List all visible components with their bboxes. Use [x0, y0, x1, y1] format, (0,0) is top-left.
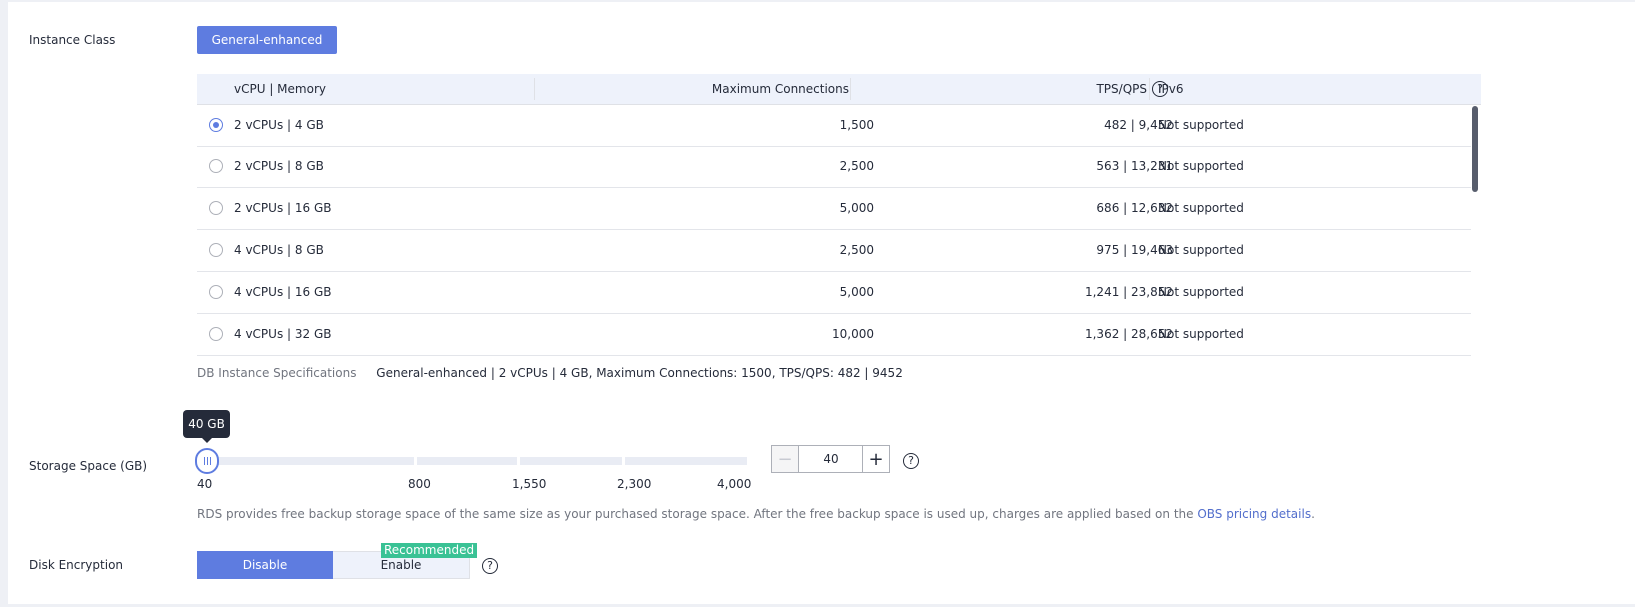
- table-row[interactable]: 2 vCPUs | 8 GB 2,500 563 | 13,231 Not su…: [197, 146, 1471, 188]
- slider-tick: 1,550: [512, 477, 547, 491]
- spec-table: vCPU | Memory Maximum Connections TPS/QP…: [197, 74, 1481, 357]
- slider-tick: 40: [197, 477, 213, 491]
- disable-option[interactable]: Disable: [197, 551, 333, 579]
- obs-pricing-link[interactable]: OBS pricing details: [1197, 507, 1311, 521]
- row-radio[interactable]: [209, 327, 223, 341]
- slider-tooltip: 40 GB: [183, 410, 230, 443]
- backup-note-text: RDS provides free backup storage space o…: [197, 507, 1198, 521]
- instance-class-label: Instance Class: [29, 33, 116, 47]
- storage-slider-handle[interactable]: [195, 448, 219, 474]
- db-spec-label: DB Instance Specifications: [197, 366, 357, 380]
- storage-slider-track[interactable]: [207, 457, 747, 465]
- storage-space-label: Storage Space (GB): [29, 459, 148, 473]
- row-max-connections: 2,500: [839, 159, 874, 173]
- col-tps-qps: TPS/QPS: [1096, 82, 1147, 96]
- row-radio[interactable]: [209, 118, 223, 132]
- col-ipv6: IPv6: [1158, 82, 1184, 96]
- slider-segment: [625, 457, 747, 465]
- row-ipv6: Not supported: [1158, 159, 1244, 173]
- storage-input[interactable]: [799, 446, 863, 472]
- storage-stepper: − +: [771, 445, 890, 473]
- row-vcpu-memory: 2 vCPUs | 16 GB: [234, 201, 332, 215]
- row-ipv6: Not supported: [1158, 327, 1244, 341]
- table-row[interactable]: 2 vCPUs | 16 GB 5,000 686 | 12,632 Not s…: [197, 188, 1471, 230]
- db-spec-value: General-enhanced | 2 vCPUs | 4 GB, Maxim…: [376, 366, 903, 380]
- row-ipv6: Not supported: [1158, 285, 1244, 299]
- db-instance-spec: DB Instance Specifications General-enhan…: [197, 366, 903, 380]
- slider-segment: [520, 457, 622, 465]
- row-radio[interactable]: [209, 243, 223, 257]
- increment-button[interactable]: +: [862, 446, 889, 472]
- table-row[interactable]: 2 vCPUs | 4 GB 1,500 482 | 9,452 Not sup…: [197, 105, 1471, 147]
- storage-help-icon[interactable]: ?: [903, 453, 919, 469]
- row-ipv6: Not supported: [1158, 243, 1244, 257]
- row-max-connections: 5,000: [839, 285, 874, 299]
- slider-segment: [207, 457, 414, 465]
- table-header: vCPU | Memory Maximum Connections TPS/QP…: [197, 74, 1481, 105]
- row-vcpu-memory: 4 vCPUs | 16 GB: [234, 285, 332, 299]
- slider-tick: 2,300: [617, 477, 652, 491]
- row-ipv6: Not supported: [1158, 118, 1244, 132]
- table-scrollbar[interactable]: [1472, 106, 1478, 192]
- row-vcpu-memory: 2 vCPUs | 8 GB: [234, 159, 324, 173]
- row-radio[interactable]: [209, 159, 223, 173]
- encryption-help-icon[interactable]: ?: [482, 558, 498, 574]
- row-max-connections: 5,000: [839, 201, 874, 215]
- slider-segment: [417, 457, 517, 465]
- col-divider: [1149, 78, 1150, 100]
- row-ipv6: Not supported: [1158, 201, 1244, 215]
- backup-note: RDS provides free backup storage space o…: [197, 507, 1315, 521]
- recommended-badge: Recommended: [381, 543, 478, 558]
- col-vcpu-memory: vCPU | Memory: [234, 82, 326, 96]
- row-radio[interactable]: [209, 285, 223, 299]
- decrement-button[interactable]: −: [772, 446, 799, 472]
- row-vcpu-memory: 4 vCPUs | 32 GB: [234, 327, 332, 341]
- row-max-connections: 10,000: [832, 327, 874, 341]
- slider-tick: 4,000: [717, 477, 752, 491]
- table-row[interactable]: 4 vCPUs | 16 GB 5,000 1,241 | 23,852 Not…: [197, 272, 1471, 314]
- col-divider: [534, 78, 535, 100]
- slider-tick: 800: [408, 477, 431, 491]
- col-max-connections: Maximum Connections: [711, 82, 849, 96]
- row-max-connections: 2,500: [839, 243, 874, 257]
- backup-note-end: .: [1311, 507, 1315, 521]
- row-vcpu-memory: 2 vCPUs | 4 GB: [234, 118, 324, 132]
- col-divider: [850, 78, 851, 100]
- disk-encryption-label: Disk Encryption: [29, 558, 124, 572]
- row-radio[interactable]: [209, 201, 223, 215]
- general-enhanced-button[interactable]: General-enhanced: [197, 26, 337, 54]
- table-row[interactable]: 4 vCPUs | 32 GB 10,000 1,362 | 28,652 No…: [197, 314, 1471, 356]
- row-max-connections: 1,500: [839, 118, 874, 132]
- row-vcpu-memory: 4 vCPUs | 8 GB: [234, 243, 324, 257]
- table-row[interactable]: 4 vCPUs | 8 GB 2,500 975 | 19,463 Not su…: [197, 230, 1471, 272]
